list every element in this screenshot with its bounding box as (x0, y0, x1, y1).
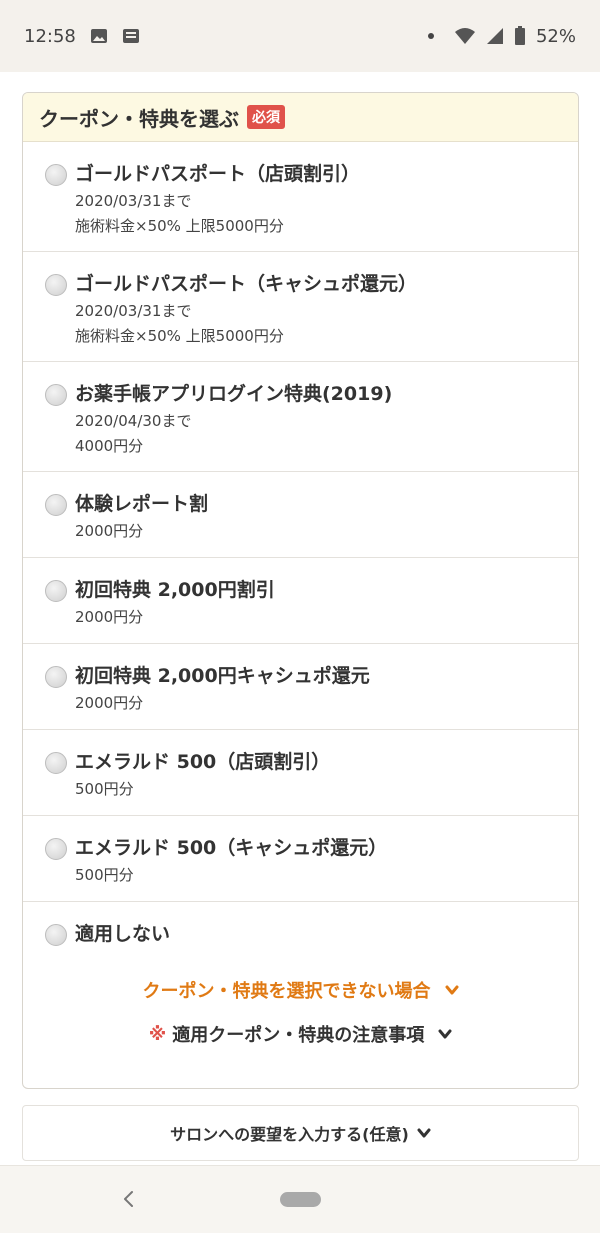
coupon-option-title: エメラルド 500（キャシュポ還元） (75, 837, 388, 859)
coupon-option-detail: 2020/04/30まで (75, 412, 192, 430)
wifi-icon (454, 28, 475, 44)
coupon-option[interactable]: 初回特典 2,000円割引 2000円分 (23, 558, 578, 644)
image-icon (90, 29, 107, 43)
coupon-option-title: エメラルド 500（店頭割引） (75, 751, 331, 773)
coupon-option-title: 初回特典 2,000円割引 (75, 579, 275, 601)
coupon-option-title: 初回特典 2,000円キャシュポ還元 (75, 665, 370, 687)
chevron-down-icon (445, 985, 458, 995)
radio-button[interactable] (45, 666, 67, 688)
coupon-option-detail: 4000円分 (75, 437, 144, 455)
signal-icon (486, 28, 503, 44)
chevron-down-icon (438, 1029, 452, 1039)
battery-icon (514, 26, 525, 45)
coupon-option[interactable]: 体験レポート割 2000円分 (23, 472, 578, 558)
notice-mark: ※ (148, 1023, 167, 1045)
coupon-card: クーポン・特典を選ぶ 必須 ゴールドパスポート（店頭割引） 2020/03/31… (22, 92, 579, 1089)
radio-button[interactable] (45, 924, 67, 946)
message-icon (122, 29, 139, 43)
coupon-option-title: 適用しない (75, 923, 171, 945)
navigation-bar (0, 1165, 600, 1233)
notification-dot-icon (427, 33, 434, 39)
coupon-option-detail: 2000円分 (75, 608, 144, 626)
notice-link[interactable]: ※ 適用クーポン・特典の注意事項 (23, 1014, 578, 1054)
coupon-option-detail: 500円分 (75, 780, 134, 798)
radio-button[interactable] (45, 164, 67, 186)
status-time: 12:58 (24, 25, 76, 47)
coupon-option[interactable]: 初回特典 2,000円キャシュポ還元 2000円分 (23, 644, 578, 730)
home-pill[interactable] (280, 1192, 321, 1207)
coupon-header: クーポン・特典を選ぶ 必須 (23, 93, 578, 142)
radio-button[interactable] (45, 580, 67, 602)
coupon-title: クーポン・特典を選ぶ (39, 106, 239, 131)
coupon-option-title: ゴールドパスポート（店頭割引） (75, 163, 361, 185)
coupon-option-detail: 施術料金×50% 上限5000円分 (75, 217, 284, 235)
coupon-option[interactable]: エメラルド 500（店頭割引） 500円分 (23, 730, 578, 816)
cannot-select-link[interactable]: クーポン・特典を選択できない場合 (23, 970, 578, 1010)
coupon-option-none[interactable]: 適用しない (23, 902, 578, 962)
coupon-option-title: お薬手帳アプリログイン特典(2019) (75, 383, 393, 405)
coupon-option-detail: 2020/03/31まで (75, 302, 192, 320)
radio-button[interactable] (45, 384, 67, 406)
coupon-option-detail: 2000円分 (75, 522, 144, 540)
battery-percent: 52% (535, 25, 576, 47)
radio-button[interactable] (45, 494, 67, 516)
radio-button[interactable] (45, 274, 67, 296)
coupon-option[interactable]: エメラルド 500（キャシュポ還元） 500円分 (23, 816, 578, 902)
coupon-option[interactable]: ゴールドパスポート（キャシュポ還元） 2020/03/31まで 施術料金×50%… (23, 252, 578, 362)
salon-request-label: サロンへの要望を入力する(任意) (170, 1125, 409, 1144)
cannot-select-label: クーポン・特典を選択できない場合 (142, 981, 431, 1002)
coupon-option-detail: 施術料金×50% 上限5000円分 (75, 327, 284, 345)
back-icon[interactable] (118, 1188, 140, 1210)
coupon-option-detail: 500円分 (75, 866, 134, 884)
coupon-option[interactable]: ゴールドパスポート（店頭割引） 2020/03/31まで 施術料金×50% 上限… (23, 142, 578, 252)
coupon-option-detail: 2000円分 (75, 694, 144, 712)
coupon-option-title: ゴールドパスポート（キャシュポ還元） (75, 273, 418, 295)
coupon-option[interactable]: お薬手帳アプリログイン特典(2019) 2020/04/30まで 4000円分 (23, 362, 578, 472)
coupon-option-detail: 2020/03/31まで (75, 192, 192, 210)
radio-button[interactable] (45, 752, 67, 774)
page-content: クーポン・特典を選ぶ 必須 ゴールドパスポート（店頭割引） 2020/03/31… (0, 72, 600, 1165)
notice-label: 適用クーポン・特典の注意事項 (172, 1025, 425, 1046)
radio-button[interactable] (45, 838, 67, 860)
coupon-option-title: 体験レポート割 (75, 493, 209, 515)
chevron-down-icon (417, 1128, 431, 1138)
status-bar: 12:58 52% (0, 0, 600, 72)
required-badge: 必須 (247, 105, 285, 129)
salon-request-button[interactable]: サロンへの要望を入力する(任意) (22, 1105, 579, 1161)
